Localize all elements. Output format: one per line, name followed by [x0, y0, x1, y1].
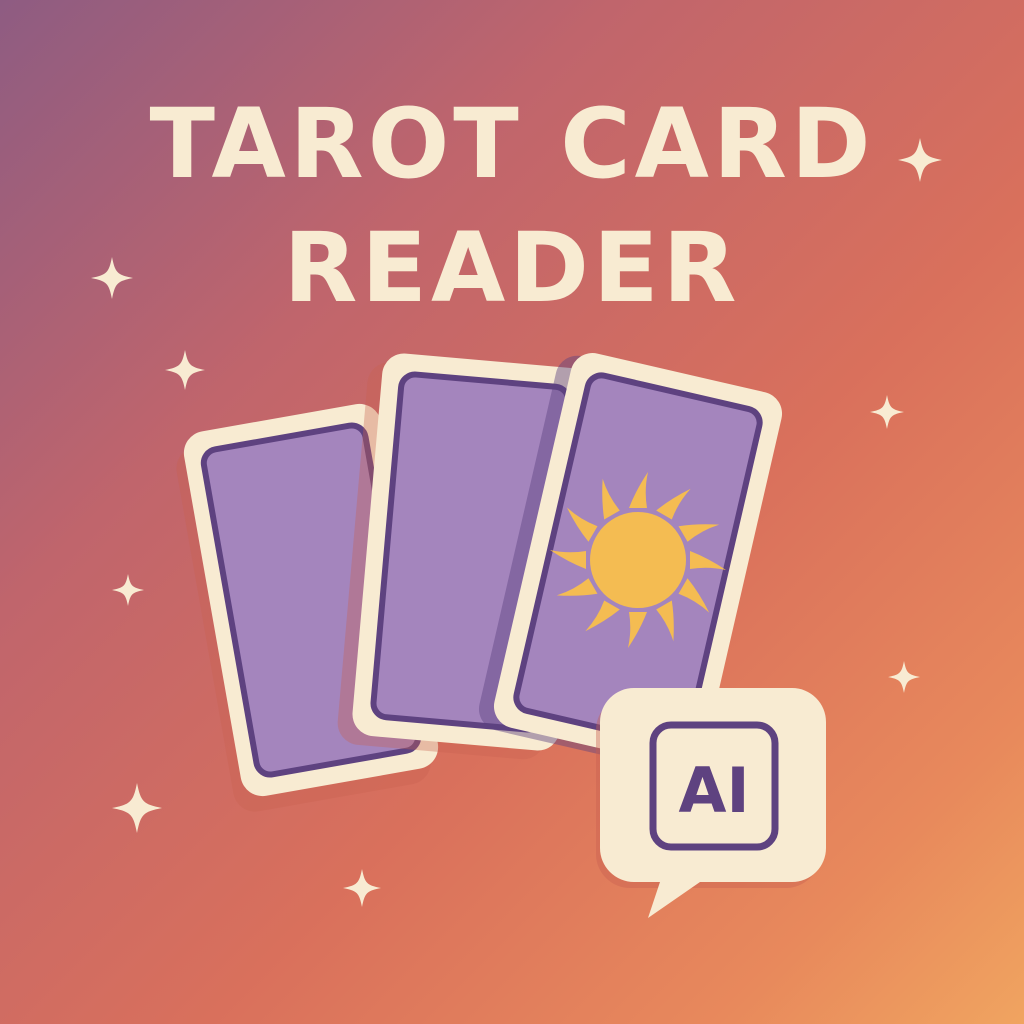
sparkle-icon [91, 257, 133, 299]
sparkle-icon [343, 869, 381, 907]
sparkle-icon [165, 350, 205, 390]
sparkle-icon [898, 138, 942, 182]
ai-label: AI [678, 754, 749, 827]
sun-disc [590, 512, 686, 608]
app-poster: TAROT CARD READER AI [0, 0, 1024, 1024]
sparkle-icon [112, 574, 144, 606]
ai-badge: AI [596, 688, 826, 918]
sparkle-icon [112, 783, 162, 833]
sparkle-icon [888, 661, 920, 693]
sparkle-icon [870, 395, 904, 429]
illustration: AI [91, 138, 942, 918]
